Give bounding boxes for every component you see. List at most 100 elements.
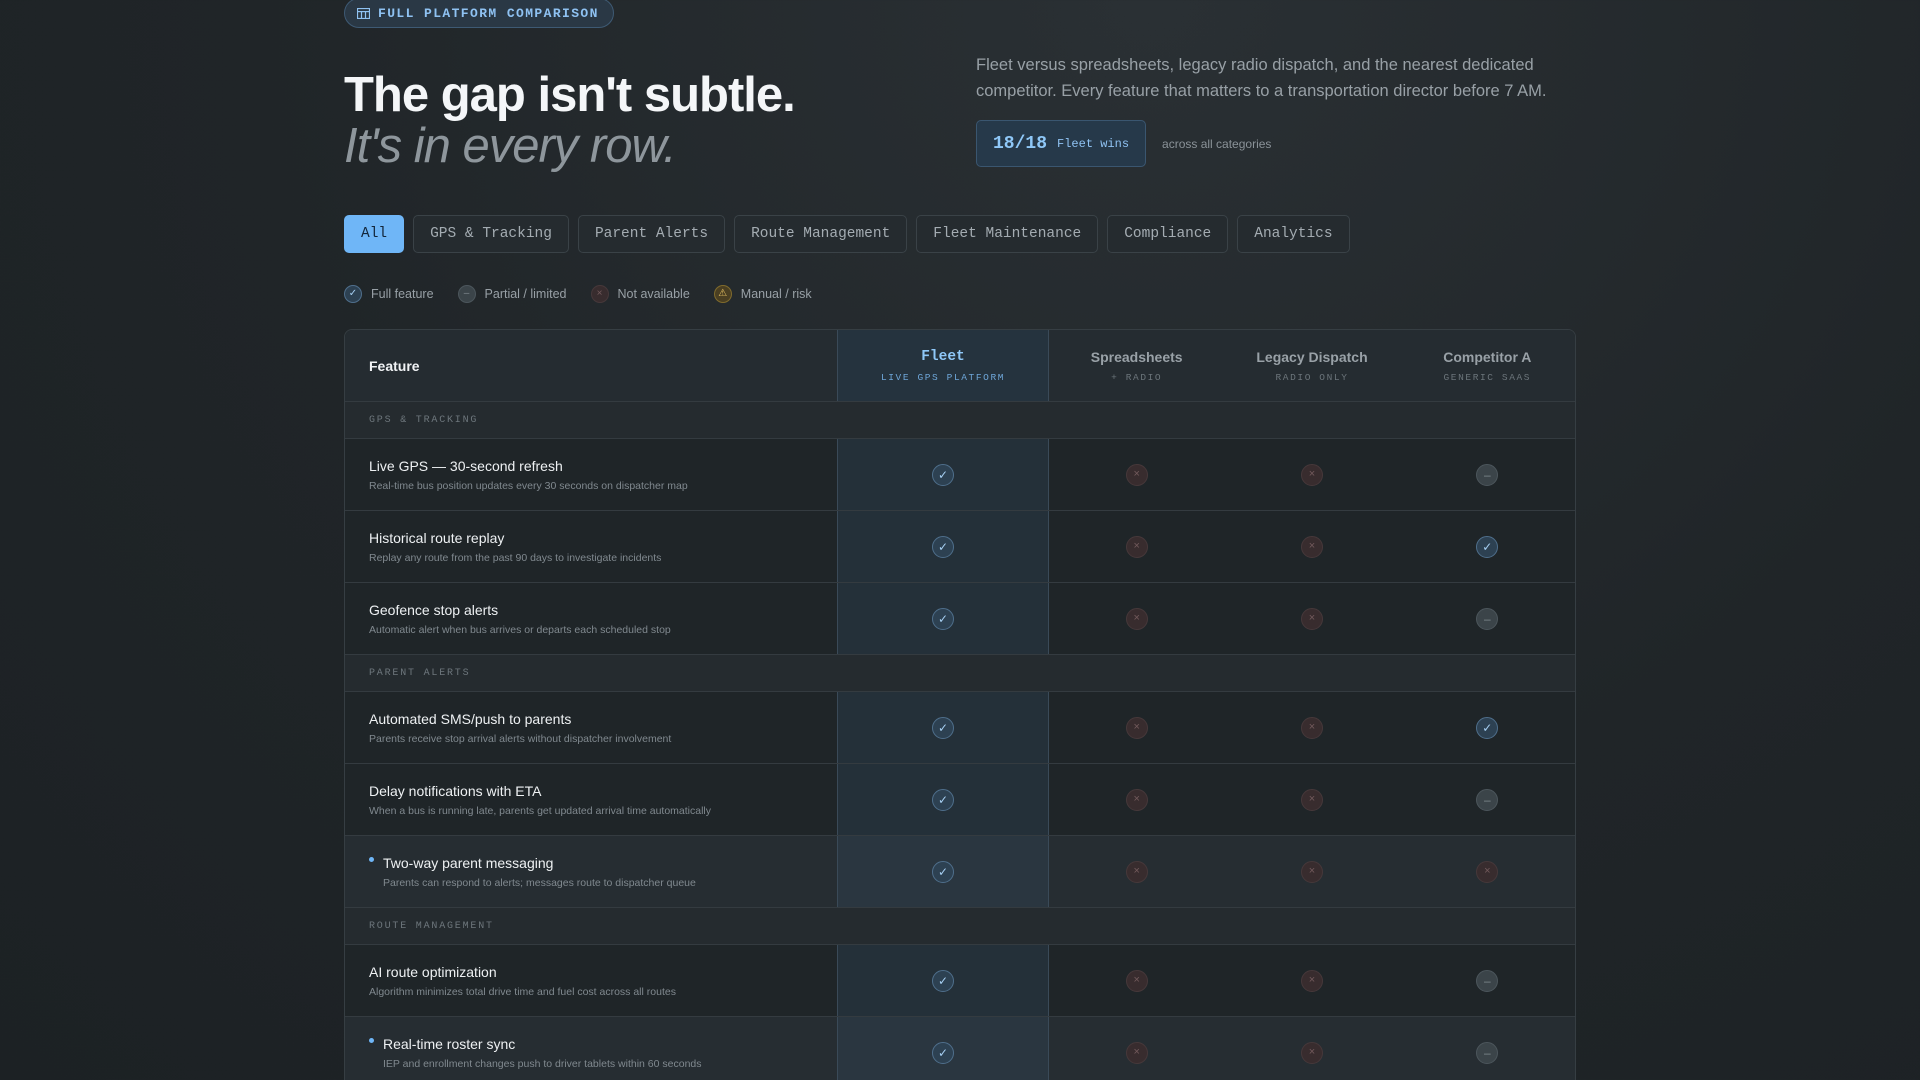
tab-all[interactable]: All — [344, 215, 405, 253]
legend-label: Not available — [617, 287, 690, 301]
wins-badge: 18/18 Fleet wins — [976, 120, 1147, 167]
column-subtitle: GENERIC SAAS — [1443, 371, 1532, 383]
wins-note: across all categories — [1162, 136, 1272, 151]
x-icon: × — [1300, 969, 1323, 992]
dash-icon: – — [1476, 463, 1499, 486]
dash-icon: – — [1476, 788, 1499, 811]
new-indicator-dot — [369, 1038, 374, 1043]
cell-spreadsheets: × — [1049, 583, 1224, 654]
feature-description: Algorithm minimizes total drive time and… — [369, 985, 676, 998]
x-icon: × — [1125, 969, 1148, 992]
legend-label: Partial / limited — [484, 287, 567, 301]
table-row: Real-time roster sync IEP and enrollment … — [345, 1017, 1575, 1080]
column-header-legacy-dispatch: Legacy Dispatch RADIO ONLY — [1224, 330, 1399, 401]
category-tabs: All GPS & Tracking Parent Alerts Route Mana… — [344, 215, 1350, 253]
eyebrow-badge: FULL PLATFORM COMPARISON — [344, 0, 614, 28]
legend-label: Full feature — [371, 287, 434, 301]
feature-title: Real-time roster sync — [383, 1035, 516, 1052]
tab-gps-tracking[interactable]: GPS & Tracking — [413, 215, 569, 253]
tab-parent-alerts[interactable]: Parent Alerts — [577, 215, 726, 253]
cell-spreadsheets: × — [1049, 945, 1224, 1016]
x-icon: × — [1125, 607, 1148, 630]
table-row: Delay notifications with ETA When a bus i… — [345, 764, 1575, 836]
feature-column-header: Feature — [369, 357, 420, 374]
headline: The gap isn't subtle. It's in every row. — [344, 68, 796, 173]
tab-fleet-maintenance[interactable]: Fleet Maintenance — [916, 215, 1099, 253]
wins-label: Fleet wins — [1057, 136, 1130, 151]
cell-fleet: ✓ — [837, 764, 1049, 835]
column-name: Competitor A — [1443, 348, 1532, 365]
cell-fleet: ✓ — [837, 836, 1049, 907]
x-icon: × — [1125, 716, 1148, 739]
column-subtitle: LIVE GPS PLATFORM — [880, 371, 1006, 383]
feature-description: Automatic alert when bus arrives or depa… — [369, 623, 671, 636]
dash-icon: – — [1476, 607, 1499, 630]
column-name: Legacy Dispatch — [1256, 348, 1368, 365]
cell-spreadsheets: × — [1049, 764, 1224, 835]
x-icon: × — [1125, 1041, 1148, 1064]
cell-competitor-a: – — [1400, 583, 1575, 654]
feature-description: Parents can respond to alerts; messages … — [383, 876, 696, 889]
feature-cell: Automated SMS/push to parents Parents rec… — [345, 692, 837, 763]
eyebrow-label: FULL PLATFORM COMPARISON — [378, 5, 599, 21]
dash-icon: – — [1476, 1041, 1499, 1064]
cell-competitor-a: × — [1400, 836, 1575, 907]
feature-description: Replay any route from the past 90 days t… — [369, 551, 662, 564]
tab-compliance[interactable]: Compliance — [1107, 215, 1229, 253]
legend-label: Manual / risk — [740, 287, 812, 301]
cell-fleet: ✓ — [837, 1017, 1049, 1080]
legend-item-none: × Not available — [590, 285, 690, 303]
check-icon: ✓ — [1476, 535, 1499, 558]
dash-icon: – — [1476, 969, 1499, 992]
cell-fleet: ✓ — [837, 439, 1049, 510]
cell-competitor-a: ✓ — [1400, 692, 1575, 763]
feature-description: Parents receive stop arrival alerts with… — [369, 732, 672, 745]
cell-spreadsheets: × — [1049, 836, 1224, 907]
headline-secondary: It's in every row. — [344, 119, 677, 173]
column-header-spreadsheets: Spreadsheets + RADIO — [1049, 330, 1224, 401]
x-icon: × — [1125, 860, 1148, 883]
feature-cell: Geofence stop alerts Automatic alert when… — [345, 583, 837, 654]
x-icon: × — [1300, 1041, 1323, 1064]
warning-icon: ⚠ — [713, 285, 732, 303]
table-row: Two-way parent messaging Parents can resp… — [345, 836, 1575, 908]
table-body: GPS & TRACKING Live GPS — 30-second refre… — [345, 402, 1575, 1080]
tab-analytics[interactable]: Analytics — [1237, 215, 1350, 253]
legend-item-risk: ⚠ Manual / risk — [713, 285, 812, 303]
legend-item-full: ✓ Full feature — [344, 285, 434, 303]
feature-cell: Real-time roster sync IEP and enrollment … — [345, 1017, 837, 1080]
x-icon: × — [1300, 535, 1323, 558]
column-subtitle: + RADIO — [1111, 371, 1163, 383]
table-icon — [357, 7, 370, 19]
cell-spreadsheets: × — [1049, 511, 1224, 582]
cell-competitor-a: ✓ — [1400, 511, 1575, 582]
check-icon: ✓ — [932, 788, 954, 811]
cell-competitor-a: – — [1400, 945, 1575, 1016]
headline-primary: The gap isn't subtle. — [344, 68, 796, 122]
cell-legacy-dispatch: × — [1224, 836, 1399, 907]
feature-description: Real-time bus position updates every 30 … — [369, 479, 688, 492]
feature-title: AI route optimization — [369, 963, 497, 980]
x-icon: × — [1125, 535, 1148, 558]
feature-title: Delay notifications with ETA — [369, 782, 542, 799]
cell-competitor-a: – — [1400, 1017, 1575, 1080]
table-row: Geofence stop alerts Automatic alert when… — [345, 583, 1575, 655]
legend-item-partial: – Partial / limited — [457, 285, 567, 303]
tab-route-management[interactable]: Route Management — [734, 215, 908, 253]
x-icon: × — [1300, 716, 1323, 739]
feature-title: Two-way parent messaging — [383, 854, 554, 871]
cell-legacy-dispatch: × — [1224, 583, 1399, 654]
column-name: Fleet — [921, 348, 965, 365]
table-row: AI route optimization Algorithm minimizes… — [345, 945, 1575, 1017]
table-row: Historical route replay Replay any route … — [345, 511, 1575, 583]
x-icon: × — [1476, 860, 1499, 883]
cell-legacy-dispatch: × — [1224, 692, 1399, 763]
feature-cell: Two-way parent messaging Parents can resp… — [345, 836, 837, 907]
check-icon: ✓ — [1476, 716, 1499, 739]
cell-spreadsheets: × — [1049, 1017, 1224, 1080]
x-icon: × — [1125, 463, 1148, 486]
feature-cell: Historical route replay Replay any route … — [345, 511, 837, 582]
feature-title: Automated SMS/push to parents — [369, 710, 572, 727]
cell-spreadsheets: × — [1049, 692, 1224, 763]
x-icon: × — [1300, 463, 1323, 486]
